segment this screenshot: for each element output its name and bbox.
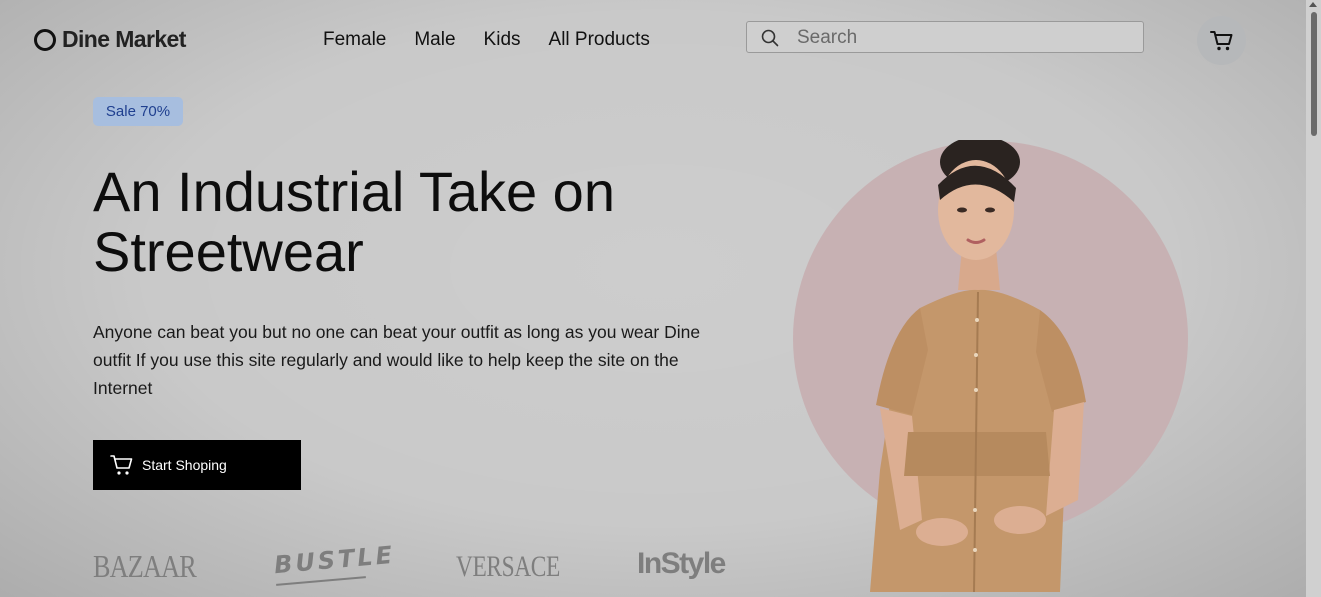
sale-badge: Sale 70% — [93, 97, 183, 126]
search-icon — [761, 29, 779, 47]
search-bar[interactable] — [746, 21, 1144, 54]
hero-headline: An Industrial Take on Streetwear — [93, 160, 615, 283]
main-nav: Female Male Kids All Products — [323, 29, 650, 51]
scroll-thumb[interactable] — [1311, 12, 1317, 136]
cart-icon — [110, 455, 133, 475]
logo-mark-icon — [34, 28, 56, 51]
hero-description: Anyone can beat you but no one can beat … — [93, 322, 701, 398]
start-shopping-button[interactable]: Start Shoping — [93, 440, 301, 490]
brand-logo-bazaar: BAZAAR — [93, 548, 197, 584]
logo[interactable]: Dine Market — [34, 26, 186, 53]
nav-male[interactable]: Male — [414, 29, 455, 51]
start-shopping-label: Start Shoping — [142, 457, 227, 473]
logo-text: Dine Market — [62, 26, 186, 52]
cart-button[interactable] — [1197, 16, 1246, 65]
nav-kids[interactable]: Kids — [484, 29, 521, 51]
brand-logo-bustle: BUSTLE — [273, 540, 397, 580]
nav-female[interactable]: Female — [323, 29, 386, 51]
cart-icon — [1209, 30, 1232, 50]
search-input[interactable] — [795, 22, 1129, 54]
hero-model-image — [870, 140, 1086, 592]
scroll-up-arrow-icon[interactable] — [1309, 2, 1317, 7]
nav-all-products[interactable]: All Products — [549, 29, 650, 51]
brand-logo-instyle: InStyle — [637, 547, 726, 580]
page-scrollbar[interactable] — [1306, 0, 1321, 597]
brand-logo-versace: VERSACE — [456, 550, 560, 583]
